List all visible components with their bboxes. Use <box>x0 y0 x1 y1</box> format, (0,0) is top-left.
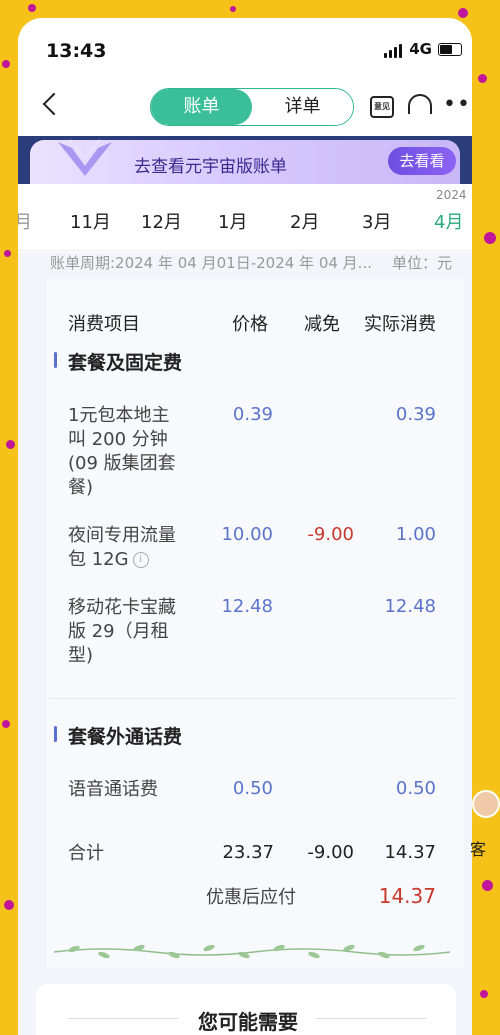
fee-item-name: 语音通话费 <box>68 779 158 800</box>
fee-price: 10.00 <box>221 524 273 545</box>
fee-price: 0.50 <box>232 778 273 799</box>
info-icon[interactable]: i <box>132 552 149 568</box>
bg-dot <box>458 8 468 18</box>
customer-service-button[interactable]: 客 <box>468 790 500 860</box>
bg-dot <box>484 232 496 244</box>
month-item[interactable]: 2月 <box>290 208 319 234</box>
agent-avatar <box>472 790 500 818</box>
fee-item-name: 夜间专用流量包 12G i <box>68 524 176 572</box>
section-title: 套餐及固定费 <box>68 352 183 374</box>
metaverse-logo-icon <box>58 139 112 176</box>
fee-item-name: 1元包本地主叫 200 分钟 (09 版集团套餐) <box>68 405 176 498</box>
month-item[interactable]: 12月 <box>141 208 182 234</box>
phone-screen: 13:43 4G 账单 详单 意见 ••• 去查看元宇宙版账单 去看看 2024… <box>18 18 472 1035</box>
currency-unit: 单位：元 <box>391 254 452 272</box>
nav-bar: 账单 详单 意见 ••• <box>18 80 472 136</box>
bg-dot <box>4 250 11 257</box>
fee-price: 0.39 <box>232 404 273 425</box>
payable-amount: 14.37 <box>378 884 436 908</box>
banner-text: 去查看元宇宙版账单 <box>134 157 287 177</box>
back-icon[interactable] <box>42 92 66 116</box>
total-label: 合计 <box>68 843 104 864</box>
headset-icon[interactable] <box>408 94 432 114</box>
divider <box>50 698 454 699</box>
status-time: 13:43 <box>46 40 107 62</box>
section-title: 套餐外通话费 <box>68 726 183 748</box>
customer-service-label: 客 <box>470 840 487 859</box>
network-label: 4G <box>409 40 432 58</box>
vine-decoration-icon <box>54 944 450 959</box>
divider <box>18 250 472 251</box>
header-actual: 实际消费 <box>364 314 436 335</box>
status-bar: 13:43 4G <box>18 18 472 80</box>
fee-actual: 0.39 <box>395 404 436 425</box>
total-discount: -9.00 <box>307 842 354 863</box>
total-actual: 14.37 <box>384 842 436 863</box>
month-item[interactable]: 11月 <box>70 208 111 234</box>
battery-icon <box>438 43 462 56</box>
fee-item-text: 夜间专用流量包 12G <box>68 525 176 570</box>
bill-period: 账单周期:2024 年 04 月01日-2024 年 04 月... <box>50 254 372 272</box>
bg-dot <box>28 4 36 12</box>
bg-dot <box>478 74 487 83</box>
header-price: 价格 <box>232 314 268 335</box>
section-marker <box>54 352 57 368</box>
fee-item-name: 移动花卡宝藏版 29（月租型) <box>68 597 176 666</box>
divider <box>68 1018 178 1019</box>
month-item[interactable]: 月 <box>18 208 32 234</box>
bg-dot <box>2 60 10 68</box>
year-label: 2024 <box>436 188 467 202</box>
month-item[interactable]: 3月 <box>362 208 391 234</box>
bg-dot <box>6 440 15 449</box>
month-item-active[interactable]: 4月 <box>434 208 463 234</box>
bg-dot <box>2 720 10 728</box>
fee-discount: -9.00 <box>307 524 354 545</box>
bg-dot <box>482 880 493 891</box>
tab-detail[interactable]: 详单 <box>252 89 353 125</box>
month-item[interactable]: 1月 <box>218 208 247 234</box>
month-selector: 2024 月 11月 12月 1月 2月 3月 4月 <box>18 184 472 252</box>
bg-dot <box>4 900 14 910</box>
payable-label: 优惠后应付 <box>206 887 296 908</box>
fee-actual: 0.50 <box>395 778 436 799</box>
total-price: 23.37 <box>222 842 274 863</box>
banner-go-button[interactable]: 去看看 <box>388 147 456 175</box>
divider <box>316 1018 426 1019</box>
signal-icon <box>384 44 402 58</box>
fee-price: 12.48 <box>221 596 273 617</box>
section-marker <box>54 726 57 742</box>
fee-actual: 12.48 <box>384 596 436 617</box>
bill-tabs: 账单 详单 <box>150 88 354 126</box>
more-icon[interactable]: ••• <box>443 94 472 116</box>
header-item: 消费项目 <box>68 314 140 335</box>
bg-dot <box>230 6 236 12</box>
header-discount: 减免 <box>304 314 340 335</box>
bg-dot <box>480 990 488 998</box>
metaverse-banner[interactable]: 去查看元宇宙版账单 去看看 <box>30 139 460 184</box>
fee-actual: 1.00 <box>395 524 436 545</box>
feedback-icon[interactable]: 意见 <box>370 96 394 118</box>
recommend-title: 您可能需要 <box>198 1010 298 1034</box>
tab-bill[interactable]: 账单 <box>151 89 252 125</box>
